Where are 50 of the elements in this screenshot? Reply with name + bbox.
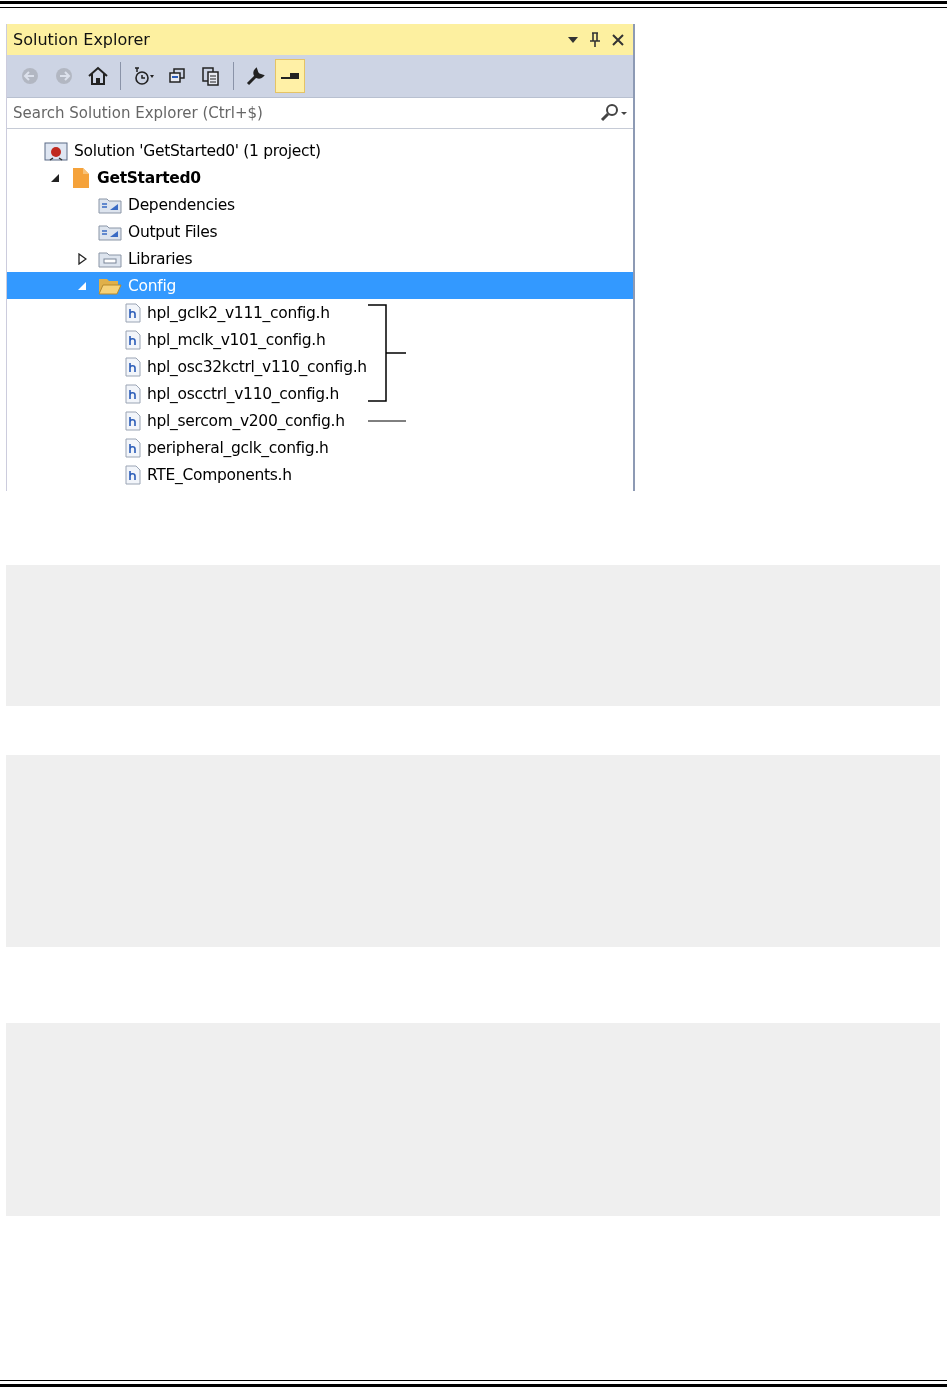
- properties-icon: [244, 65, 268, 87]
- collapsed-arrow-icon[interactable]: [77, 252, 87, 265]
- solution-icon: [44, 140, 68, 161]
- tree-item[interactable]: hpl_mclk_v101_config.h: [7, 326, 633, 353]
- dropdown-icon[interactable]: [567, 35, 579, 44]
- tree-item[interactable]: hpl_gclk2_v111_config.h: [7, 299, 633, 326]
- tree-item[interactable]: RTE_Components.h: [7, 461, 633, 488]
- header-file-icon: [125, 356, 141, 377]
- folder-icon: [98, 222, 122, 241]
- header-file-icon: [125, 302, 141, 323]
- tree-label: Dependencies: [128, 195, 235, 214]
- preview-icon: [280, 72, 300, 80]
- tree-item[interactable]: Dependencies: [7, 191, 633, 218]
- tree-item[interactable]: hpl_oscctrl_v110_config.h: [7, 380, 633, 407]
- preview-button[interactable]: [275, 59, 305, 93]
- tree-label: hpl_mclk_v101_config.h: [147, 330, 326, 349]
- folder-icon: [98, 195, 122, 214]
- header-file-icon: [125, 437, 141, 458]
- open-folder-icon: [98, 276, 122, 295]
- tree-label: RTE_Components.h: [147, 465, 292, 484]
- header-file-icon: [125, 329, 141, 350]
- tree-item[interactable]: hpl_osc32kctrl_v110_config.h: [7, 353, 633, 380]
- panel-title: Solution Explorer: [13, 30, 150, 49]
- tree-item[interactable]: Solution 'GetStarted0' (1 project): [7, 137, 633, 164]
- tree-item[interactable]: GetStarted0: [7, 164, 633, 191]
- tree-item[interactable]: Libraries: [7, 245, 633, 272]
- tree-item[interactable]: hpl_sercom_v200_config.h: [7, 407, 633, 434]
- tree-label: hpl_oscctrl_v110_config.h: [147, 384, 340, 403]
- search-field[interactable]: Search Solution Explorer (Ctrl+$): [13, 104, 599, 122]
- expanded-arrow-icon[interactable]: [50, 172, 60, 183]
- header-file-icon: [125, 464, 141, 485]
- pin-icon[interactable]: [589, 31, 601, 48]
- tree-label: peripheral_gclk_config.h: [147, 438, 329, 457]
- folder-icon: [98, 249, 122, 268]
- home-icon: [86, 65, 110, 87]
- header-file-icon: [125, 410, 141, 431]
- tree-label: GetStarted0: [97, 168, 201, 187]
- tree-label: hpl_sercom_v200_config.h: [147, 411, 345, 430]
- tree-label: hpl_osc32kctrl_v110_config.h: [147, 357, 367, 376]
- project-icon: [71, 166, 91, 189]
- tree-label: Output Files: [128, 222, 218, 241]
- tree-label: Libraries: [128, 249, 193, 268]
- tree-label: Config: [128, 276, 176, 295]
- close-icon[interactable]: [611, 32, 625, 47]
- tree-item[interactable]: Output Files: [7, 218, 633, 245]
- search-icon[interactable]: [599, 104, 629, 122]
- tree-item[interactable]: peripheral_gclk_config.h: [7, 434, 633, 461]
- tree-label: Solution 'GetStarted0' (1 project): [74, 141, 321, 160]
- header-file-icon: [125, 383, 141, 404]
- tree-label: hpl_gclk2_v111_config.h: [147, 303, 330, 322]
